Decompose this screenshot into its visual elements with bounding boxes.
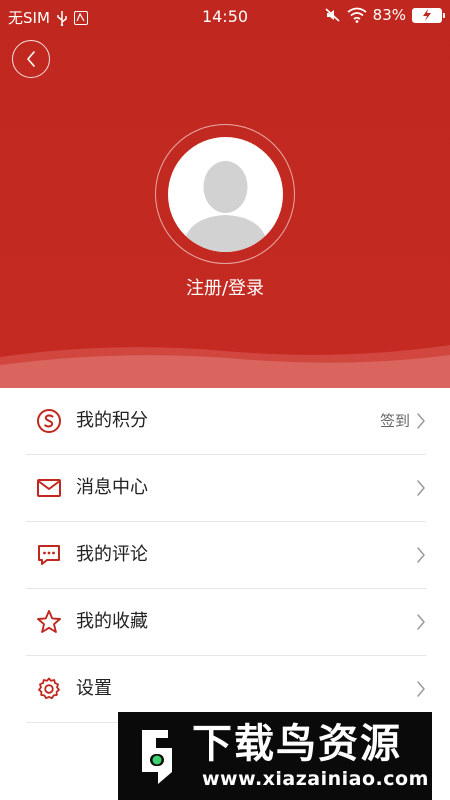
menu-item-messages[interactable]: 消息中心 bbox=[0, 455, 450, 522]
gear-icon bbox=[36, 676, 62, 702]
bird-logo-icon bbox=[142, 730, 172, 784]
mute-icon bbox=[325, 8, 340, 22]
status-bar: 无SIM 14:50 83% bbox=[0, 0, 450, 32]
chevron-right-icon bbox=[417, 614, 425, 630]
battery-icon bbox=[412, 7, 445, 23]
profile-header: 无SIM 14:50 83% 注册/登录 bbox=[0, 0, 450, 388]
chevron-right-icon bbox=[417, 413, 425, 429]
chevron-right-icon bbox=[417, 681, 425, 697]
watermark-url: www.xiazainiao.com bbox=[202, 768, 429, 790]
comment-icon bbox=[36, 542, 62, 568]
watermark-banner: 下载鸟资源 www.xiazainiao.com bbox=[118, 712, 432, 800]
register-login-link[interactable]: 注册/登录 bbox=[0, 274, 450, 300]
back-button[interactable] bbox=[12, 40, 50, 78]
chevron-left-icon bbox=[27, 51, 35, 67]
header-wave bbox=[0, 345, 450, 388]
menu-item-points[interactable]: 我的积分 签到 bbox=[0, 388, 450, 455]
check-in-link[interactable]: 签到 bbox=[380, 410, 410, 432]
battery-percent: 83% bbox=[372, 6, 406, 24]
avatar-ring bbox=[155, 124, 295, 264]
wifi-icon bbox=[347, 7, 367, 23]
menu-item-label: 消息中心 bbox=[76, 477, 148, 498]
default-user-icon bbox=[181, 160, 269, 252]
star-icon bbox=[36, 609, 62, 635]
envelope-icon bbox=[36, 475, 62, 501]
chevron-right-icon bbox=[417, 480, 425, 496]
menu-item-favorites[interactable]: 我的收藏 bbox=[0, 589, 450, 656]
watermark-title: 下载鸟资源 bbox=[192, 721, 402, 767]
menu-item-label: 我的评论 bbox=[76, 544, 148, 565]
points-icon bbox=[36, 408, 62, 434]
avatar[interactable] bbox=[167, 136, 283, 252]
menu-item-label: 我的积分 bbox=[76, 410, 148, 431]
menu-item-label: 设置 bbox=[76, 678, 112, 699]
menu-item-comments[interactable]: 我的评论 bbox=[0, 522, 450, 589]
chevron-right-icon bbox=[417, 547, 425, 563]
menu-item-label: 我的收藏 bbox=[76, 611, 148, 632]
menu-list: 我的积分 签到 消息中心 我的评论 我的收藏 设置 bbox=[0, 388, 450, 723]
